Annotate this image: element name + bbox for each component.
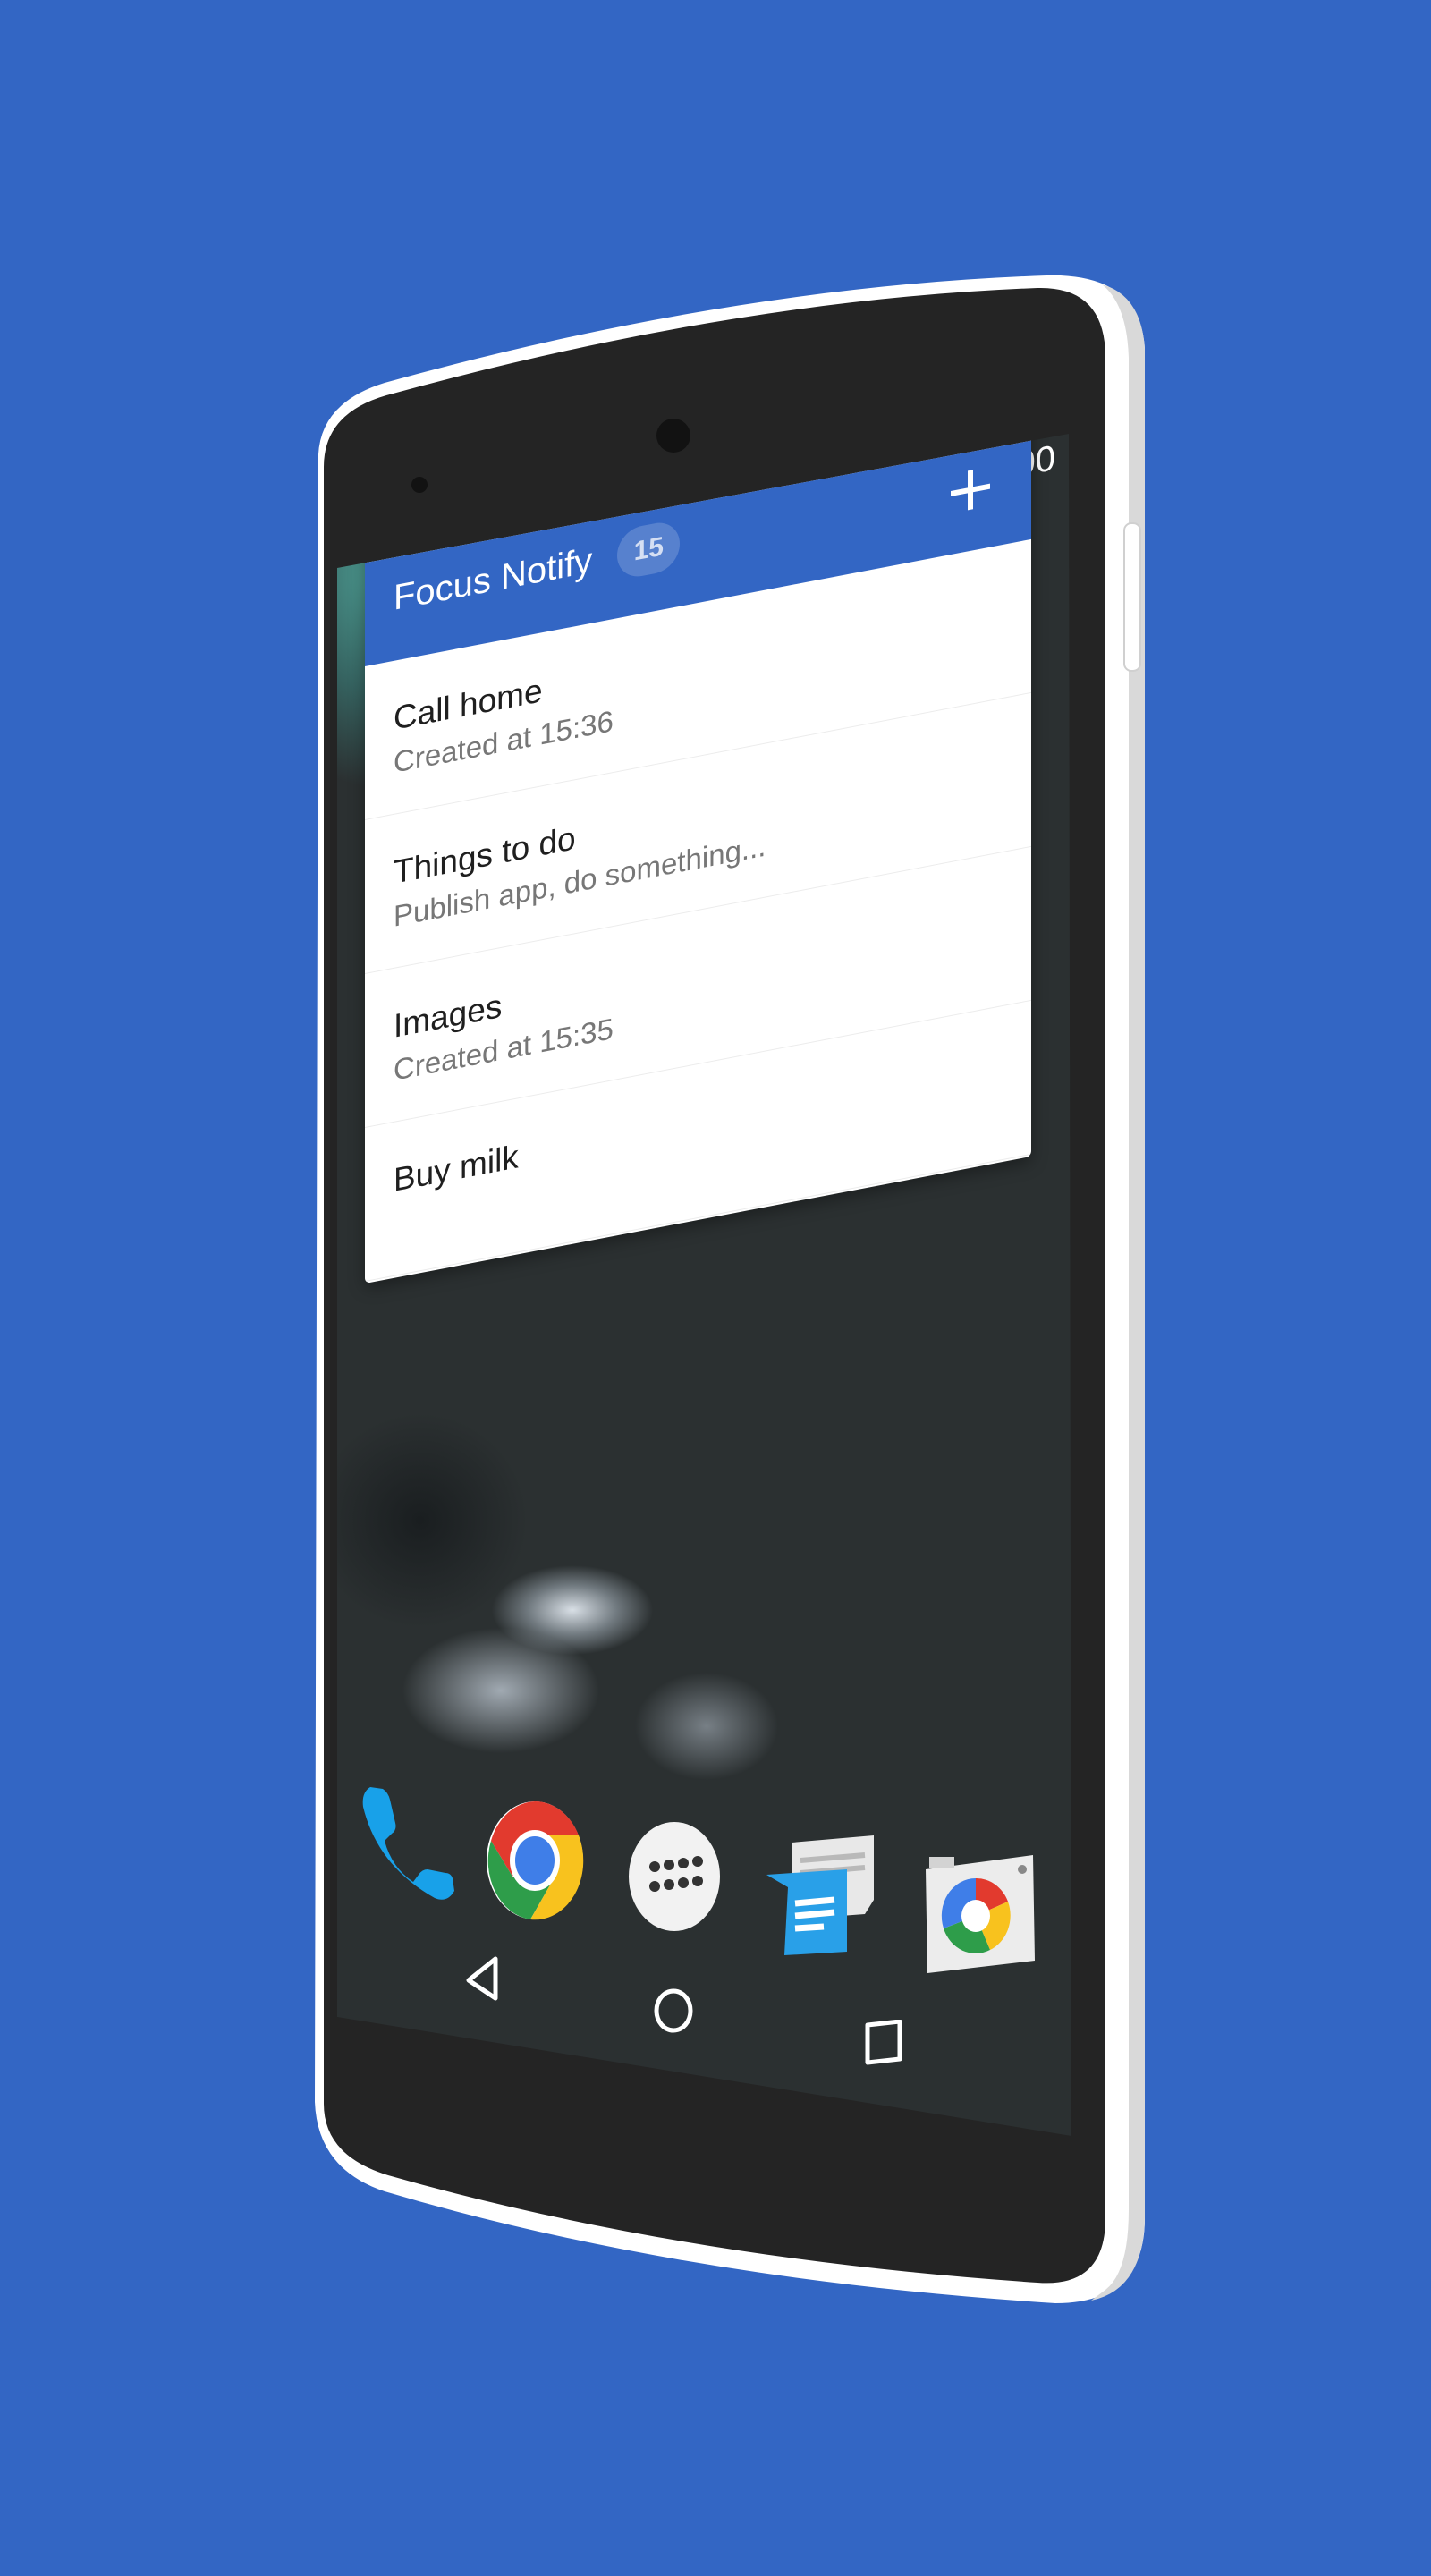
camera-app-icon[interactable] bbox=[917, 1843, 1042, 1977]
phone-app-icon[interactable] bbox=[358, 1780, 458, 1905]
chrome-app-icon[interactable] bbox=[486, 1800, 584, 1921]
app-drawer-icon[interactable] bbox=[628, 1820, 721, 1933]
messenger-app-icon[interactable] bbox=[765, 1834, 881, 1959]
home-icon[interactable] bbox=[653, 1987, 694, 2034]
back-icon[interactable] bbox=[463, 1955, 501, 2002]
recents-icon[interactable] bbox=[864, 2020, 903, 2066]
